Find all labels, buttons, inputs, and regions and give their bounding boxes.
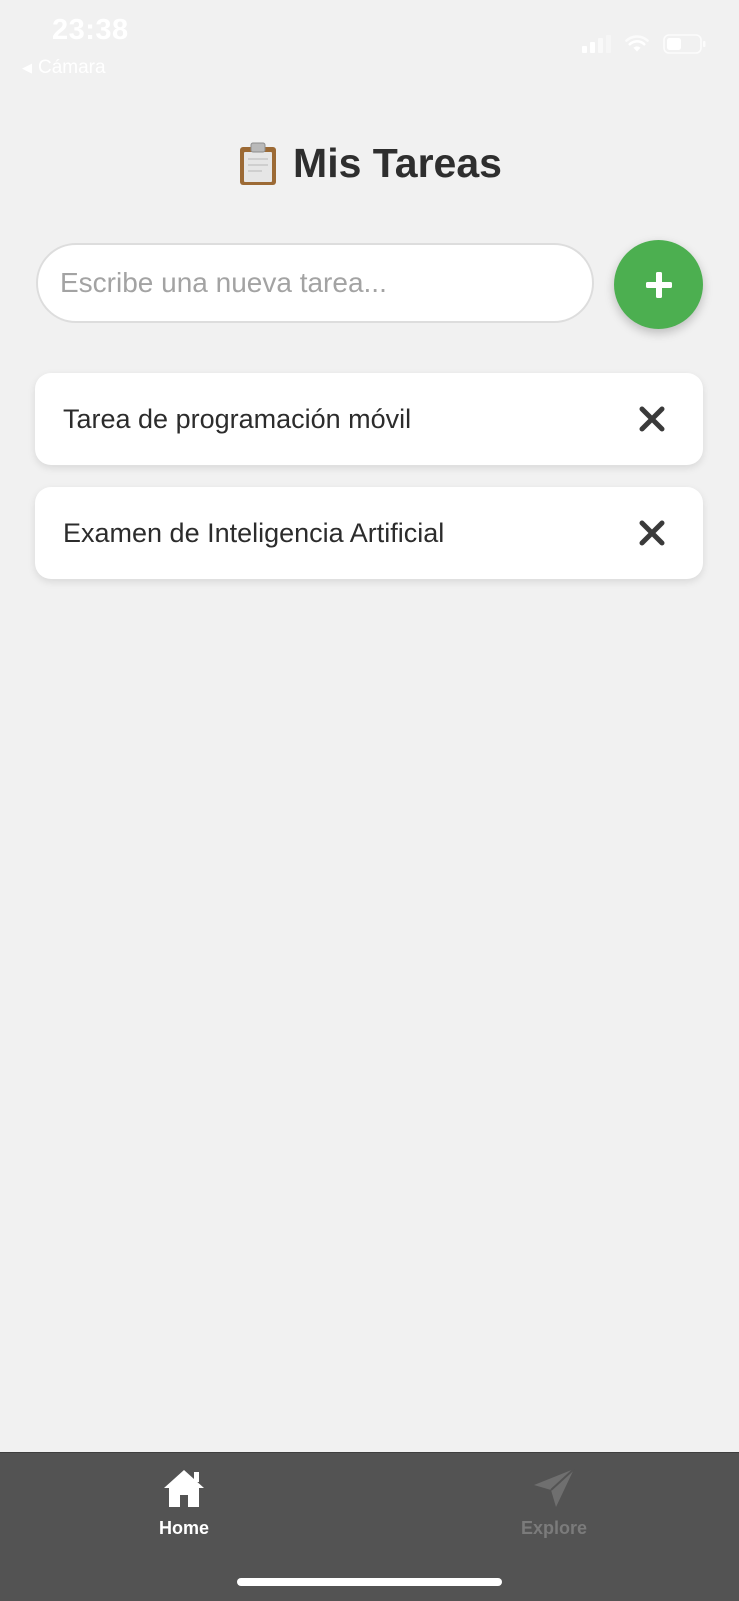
home-indicator (237, 1578, 502, 1586)
new-task-input[interactable] (36, 243, 594, 323)
status-time: 23:38 (52, 14, 129, 46)
plus-icon (645, 271, 673, 299)
send-icon (532, 1467, 576, 1514)
wifi-icon (625, 35, 649, 53)
task-item: Tarea de programación móvil (35, 373, 703, 465)
tab-home-label: Home (158, 1518, 209, 1538)
task-text: Tarea de programación móvil (63, 403, 412, 434)
clipboard-icon (237, 142, 279, 186)
close-icon (639, 520, 665, 546)
delete-task-button[interactable] (635, 402, 669, 436)
back-to-camera-link[interactable]: ◀ Cámara (22, 57, 106, 79)
tab-explore[interactable]: Explore (474, 1467, 634, 1539)
add-task-button[interactable] (614, 240, 703, 329)
back-arrow-icon: ◀ (22, 60, 32, 75)
back-label: Cámara (38, 57, 106, 78)
tab-home[interactable]: Home (104, 1467, 264, 1539)
title-text: Mis Tareas (293, 140, 502, 186)
task-list: Tarea de programación móvil Examen de In… (35, 373, 703, 601)
status-icons (582, 33, 707, 55)
close-icon (639, 406, 665, 432)
page-title: Mis Tareas (0, 140, 739, 187)
battery-icon (663, 33, 707, 55)
task-item: Examen de Inteligencia Artificial (35, 487, 703, 579)
delete-task-button[interactable] (635, 516, 669, 550)
tab-explore-label: Explore (520, 1518, 588, 1538)
signal-icon (582, 35, 611, 53)
home-icon (162, 1467, 206, 1514)
task-text: Examen de Inteligencia Artificial (63, 517, 445, 548)
